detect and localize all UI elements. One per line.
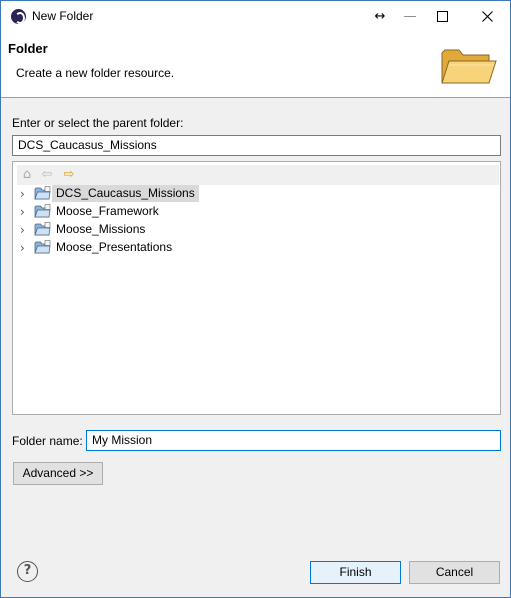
banner-description: Create a new folder resource. (16, 66, 175, 80)
tree-item-label[interactable]: Moose_Missions (52, 221, 149, 238)
tree-item-label[interactable]: Moose_Presentations (52, 239, 176, 256)
back-icon[interactable]: ⇦ (39, 167, 55, 183)
home-icon[interactable]: ⌂ (19, 167, 35, 183)
close-button[interactable] (464, 1, 510, 31)
eclipse-app-icon (11, 9, 26, 24)
tree-item[interactable]: › DCS_Caucasus_Missions (18, 185, 498, 203)
expand-chevron-icon[interactable]: › (20, 240, 32, 256)
expand-chevron-icon[interactable]: › (20, 186, 32, 202)
wizard-banner: Folder Create a new folder resource. (1, 31, 510, 98)
tree-item[interactable]: › Moose_Framework (18, 203, 498, 221)
tree-item-label[interactable]: DCS_Caucasus_Missions (52, 185, 199, 202)
project-folder-icon (34, 240, 51, 254)
help-icon[interactable]: ? (17, 561, 38, 582)
window-title: New Folder (32, 9, 94, 23)
tree-toolbar: ⌂ ⇦ ⇨ (17, 165, 499, 185)
tree-item[interactable]: › Moose_Presentations (18, 239, 498, 257)
new-folder-dialog: New Folder ↔ — Folder Create a new folde… (0, 0, 511, 598)
project-folder-icon (34, 222, 51, 236)
parent-folder-label: Enter or select the parent folder: (12, 116, 184, 130)
tree-item[interactable]: › Moose_Missions (18, 221, 498, 239)
cancel-button[interactable]: Cancel (409, 561, 500, 584)
folder-name-label: Folder name: (12, 434, 83, 448)
folder-icon (441, 49, 497, 84)
project-folder-icon (34, 204, 51, 218)
title-bar: New Folder ↔ — (1, 1, 510, 31)
finish-button[interactable]: Finish (310, 561, 401, 584)
close-icon (481, 10, 493, 22)
forward-icon[interactable]: ⇨ (61, 167, 77, 183)
tree-item-label[interactable]: Moose_Framework (52, 203, 163, 220)
expand-chevron-icon[interactable]: › (20, 204, 32, 220)
maximize-icon (436, 10, 448, 22)
parent-folder-input[interactable]: DCS_Caucasus_Missions (12, 135, 501, 156)
maximize-button[interactable] (419, 1, 465, 31)
folder-tree[interactable]: ⌂ ⇦ ⇨ › DCS_Caucasus_Missions › Moose_Fr… (12, 161, 501, 415)
project-folder-icon (34, 186, 51, 200)
folder-name-input[interactable]: My Mission (86, 430, 501, 451)
banner-title: Folder (8, 41, 48, 56)
advanced-button[interactable]: Advanced >> (13, 462, 103, 485)
expand-chevron-icon[interactable]: › (20, 222, 32, 238)
